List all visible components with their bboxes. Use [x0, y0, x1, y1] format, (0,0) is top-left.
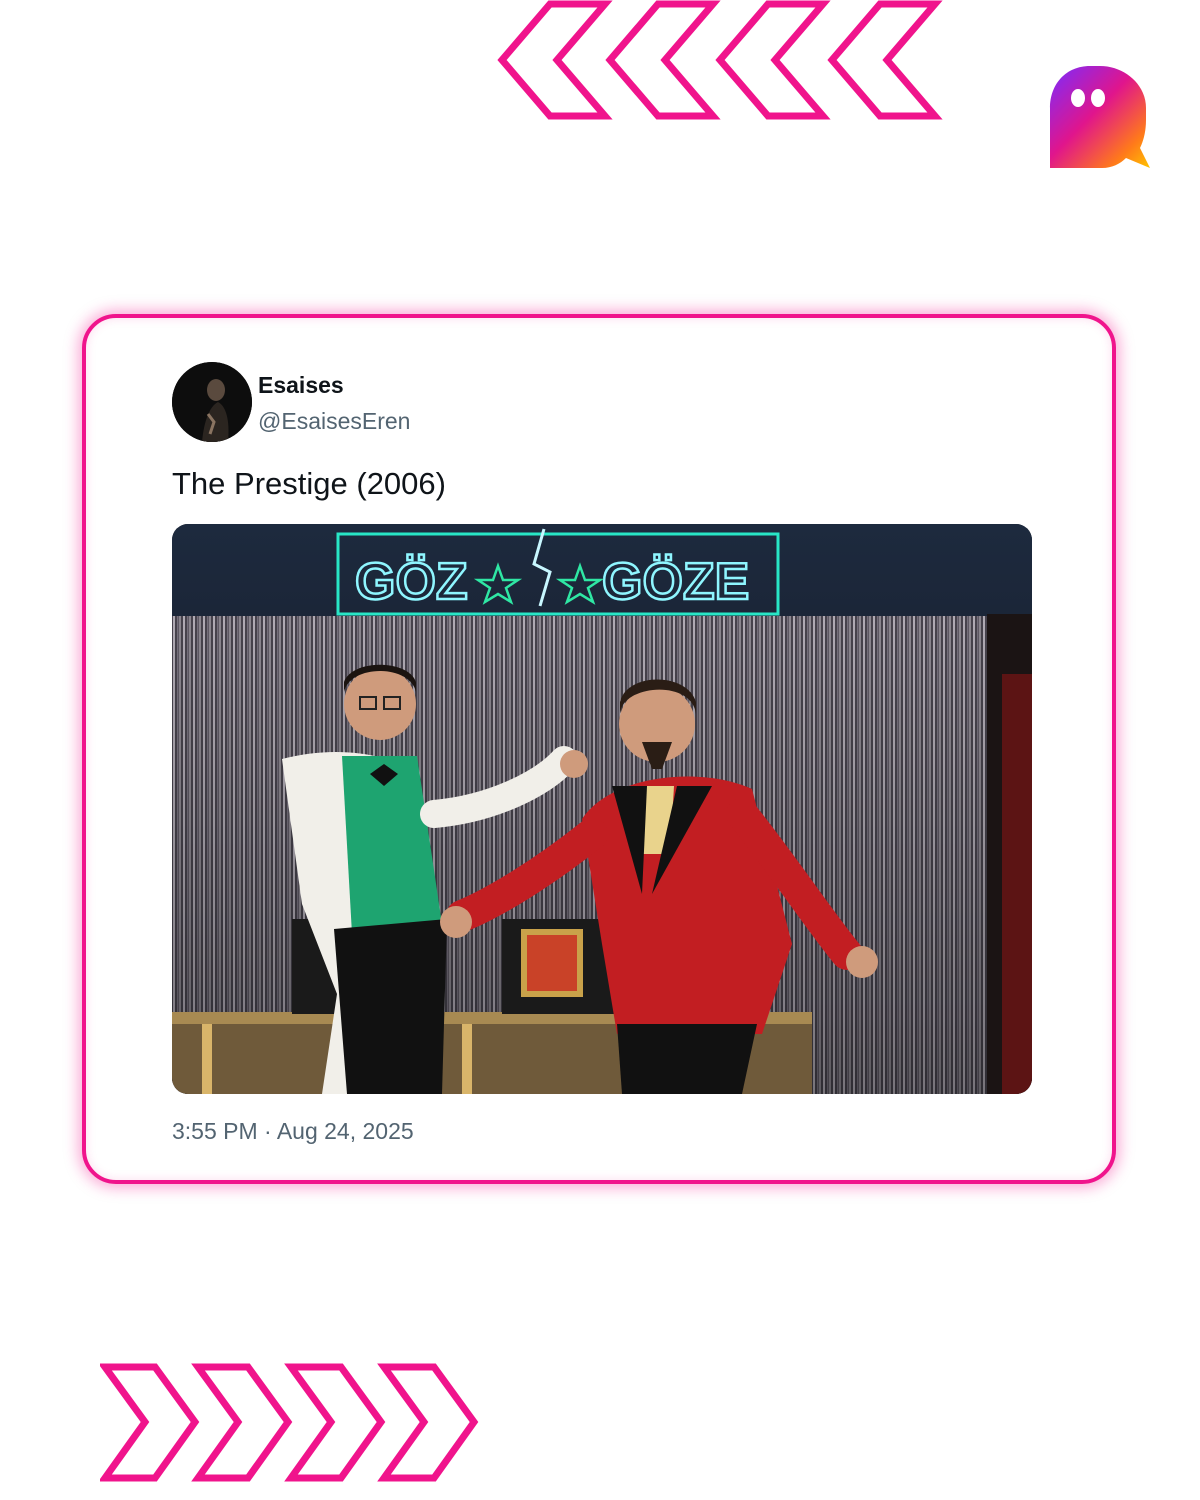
- chevron-right-icon: [284, 1363, 386, 1482]
- chevron-left-icon: [715, 0, 831, 120]
- tweet-image[interactable]: GÖZ GÖZE: [172, 524, 1032, 1094]
- stage-photo: GÖZ GÖZE: [172, 524, 1032, 1094]
- avatar-image: [172, 362, 252, 442]
- chevron-left-icon: [497, 0, 613, 120]
- chevron-left-decoration: [497, 0, 943, 120]
- chevron-right-icon: [191, 1363, 293, 1482]
- chevron-right-icon: [100, 1363, 200, 1482]
- chevron-right-icon: [377, 1363, 479, 1482]
- avatar[interactable]: [172, 362, 252, 442]
- tweet-card: Esaises @EsaisesEren The Prestige (2006): [82, 314, 1116, 1184]
- neon-sign-right: GÖZE: [602, 553, 749, 611]
- chevron-right-decoration: [100, 1363, 479, 1482]
- neon-sign-left: GÖZ: [355, 553, 468, 611]
- chevron-left-icon: [605, 0, 721, 120]
- chevron-left-icon: [827, 0, 943, 120]
- tweet-text: The Prestige (2006): [172, 466, 446, 501]
- display-name[interactable]: Esaises: [258, 372, 344, 399]
- tweet-timestamp[interactable]: 3:55 PM · Aug 24, 2025: [172, 1118, 414, 1145]
- user-handle[interactable]: @EsaisesEren: [258, 408, 410, 435]
- ghost-icon: [1050, 66, 1150, 168]
